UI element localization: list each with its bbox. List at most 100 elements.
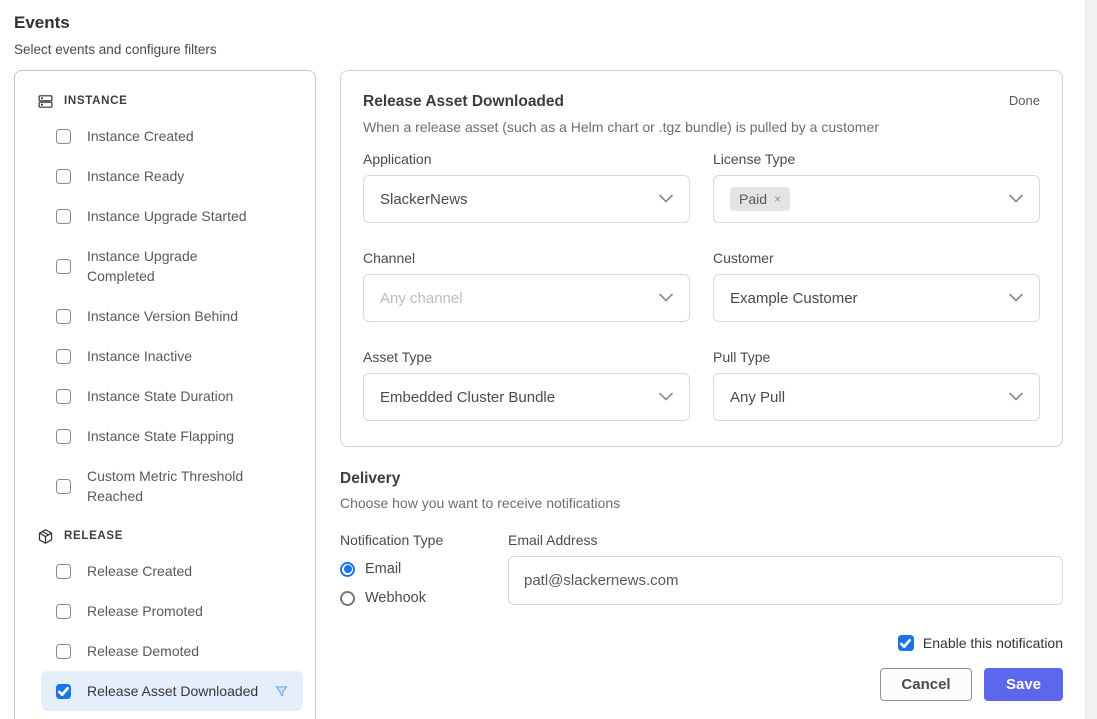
event-checkbox[interactable] (56, 479, 71, 494)
email-address-input[interactable] (508, 556, 1063, 605)
filter-funnel-icon[interactable] (274, 684, 289, 699)
event-checkbox[interactable] (56, 259, 71, 274)
sidebar-section-instance: INSTANCE Instance Created Instance Ready… (37, 91, 315, 516)
section-label: INSTANCE (64, 95, 127, 107)
enable-notification-row[interactable]: Enable this notification (340, 635, 1063, 651)
field-label: Channel (363, 250, 690, 266)
select-control[interactable]: Any Pull (713, 373, 1040, 421)
event-checkbox[interactable] (56, 349, 71, 364)
event-checkbox[interactable] (56, 429, 71, 444)
event-checkbox[interactable] (56, 389, 71, 404)
chip-label: Paid (739, 191, 767, 207)
form-field: Pull Type Any Pull (713, 349, 1040, 421)
select-value: Any Pull (730, 389, 785, 406)
delivery-subtitle: Choose how you want to receive notificat… (340, 495, 1063, 511)
event-item-label: Instance Version Behind (87, 306, 238, 326)
save-button[interactable]: Save (984, 668, 1063, 701)
select-value: Embedded Cluster Bundle (380, 389, 555, 406)
event-list-item[interactable]: Release Created (41, 551, 303, 591)
form-field: License Type Paid× (713, 151, 1040, 223)
field-label: Customer (713, 250, 1040, 266)
event-config-card: Release Asset Downloaded Done When a rel… (340, 70, 1063, 447)
radio-button[interactable] (340, 591, 355, 606)
event-list-item[interactable]: Custom Metric Threshold Reached (41, 456, 303, 516)
chevron-down-icon (1009, 289, 1023, 307)
event-item-label: Instance State Flapping (87, 426, 234, 446)
delivery-section: Delivery Choose how you want to receive … (340, 470, 1063, 701)
chip-remove-icon[interactable]: × (774, 192, 781, 206)
check-icon (58, 686, 69, 697)
event-list-item[interactable]: Instance Upgrade Started (41, 196, 303, 236)
event-list-item[interactable]: Instance Ready (41, 156, 303, 196)
notification-type-option[interactable]: Email (340, 557, 508, 581)
chevron-down-icon (1009, 190, 1023, 208)
email-group: Email Address (508, 532, 1063, 610)
event-list-item[interactable]: Instance State Flapping (41, 416, 303, 456)
select-control[interactable]: Paid × (713, 175, 1040, 223)
select-value: SlackerNews (380, 191, 468, 208)
chevron-down-icon (659, 289, 673, 307)
select-control[interactable]: Any channel (363, 274, 690, 322)
right-panel-edge (1085, 0, 1097, 719)
select-value: Example Customer (730, 290, 858, 307)
radio-label: Webhook (365, 590, 426, 606)
check-icon (900, 638, 911, 649)
done-button[interactable]: Done (1009, 93, 1040, 108)
page-header: Events Select events and configure filte… (14, 13, 217, 57)
section-header-instance: INSTANCE (37, 91, 315, 111)
event-item-label: Instance Inactive (87, 346, 192, 366)
package-icon (37, 528, 54, 545)
event-list-item[interactable]: Instance Created (41, 116, 303, 156)
event-checkbox[interactable] (56, 309, 71, 324)
notification-type-option[interactable]: Webhook (340, 586, 508, 610)
radio-label: Email (365, 561, 401, 577)
event-list-item[interactable]: Instance Version Behind (41, 296, 303, 336)
event-config-description: When a release asset (such as a Helm cha… (363, 119, 1040, 135)
event-checkbox[interactable] (56, 209, 71, 224)
select-control[interactable]: SlackerNews (363, 175, 690, 223)
field-label: Application (363, 151, 690, 167)
event-list-item[interactable]: Release Demoted (41, 631, 303, 671)
event-item-label: Release Demoted (87, 641, 199, 661)
event-list-item[interactable]: Release Promoted (41, 591, 303, 631)
event-checkbox[interactable] (56, 129, 71, 144)
chevron-down-icon (1009, 388, 1023, 406)
cancel-button[interactable]: Cancel (880, 668, 972, 701)
field-label: Pull Type (713, 349, 1040, 365)
enable-notification-checkbox[interactable] (898, 635, 914, 651)
radio-button[interactable] (340, 562, 355, 577)
filters-form: Application SlackerNews License Type Pai… (363, 151, 1040, 421)
form-field: Application SlackerNews (363, 151, 690, 223)
sidebar-section-release: RELEASE Release Created Release Promoted… (37, 526, 315, 711)
event-item-label: Release Promoted (87, 601, 203, 621)
event-config-title: Release Asset Downloaded (363, 93, 564, 111)
section-label: RELEASE (64, 530, 123, 542)
delivery-title: Delivery (340, 470, 1063, 488)
chevron-down-icon (659, 190, 673, 208)
event-checkbox[interactable] (56, 169, 71, 184)
event-item-label: Instance Ready (87, 166, 184, 186)
form-field: Channel Any channel (363, 250, 690, 322)
event-checkbox[interactable] (56, 684, 71, 699)
event-item-label: Release Asset Downloaded (87, 681, 258, 701)
event-item-label: Custom Metric Threshold Reached (87, 466, 257, 506)
select-control[interactable]: Embedded Cluster Bundle (363, 373, 690, 421)
event-checkbox[interactable] (56, 644, 71, 659)
notification-type-label: Notification Type (340, 532, 508, 548)
event-list-item[interactable]: Release Asset Downloaded (41, 671, 303, 711)
page-subtitle: Select events and configure filters (14, 42, 217, 57)
event-checkbox[interactable] (56, 564, 71, 579)
event-item-label: Instance State Duration (87, 386, 233, 406)
server-stack-icon (37, 93, 54, 110)
event-item-label: Instance Upgrade Started (87, 206, 247, 226)
select-placeholder: Any channel (380, 290, 463, 307)
event-list-item[interactable]: Instance Inactive (41, 336, 303, 376)
event-item-label: Release Created (87, 561, 192, 581)
notification-type-group: Notification Type Email Webhook (340, 532, 508, 610)
event-list-item[interactable]: Instance Upgrade Completed (41, 236, 303, 296)
select-control[interactable]: Example Customer (713, 274, 1040, 322)
page-title: Events (14, 13, 217, 33)
event-checkbox[interactable] (56, 604, 71, 619)
enable-notification-label: Enable this notification (923, 635, 1063, 651)
event-list-item[interactable]: Instance State Duration (41, 376, 303, 416)
